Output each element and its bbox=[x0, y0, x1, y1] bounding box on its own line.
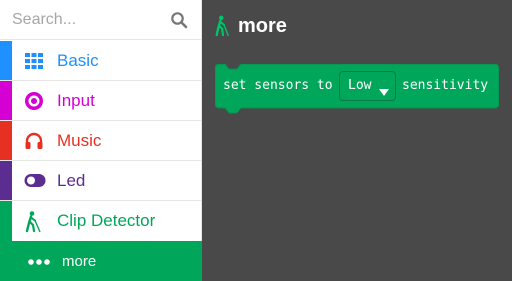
flyout-title: more bbox=[238, 15, 287, 37]
search-input[interactable] bbox=[12, 8, 162, 32]
walking-person-icon bbox=[24, 211, 44, 233]
headphones-icon bbox=[24, 131, 44, 151]
category-input[interactable]: Input bbox=[0, 81, 201, 121]
category-color-bar bbox=[0, 41, 12, 80]
dropdown-value: Low bbox=[348, 78, 372, 93]
grid-icon bbox=[24, 51, 44, 71]
walking-person-icon bbox=[214, 14, 232, 38]
category-color-bar bbox=[0, 201, 12, 241]
category-basic[interactable]: Basic bbox=[0, 41, 201, 81]
subcategory-label: more bbox=[62, 253, 97, 270]
block-prefix-text: set sensors to bbox=[223, 78, 333, 93]
subcategory-more[interactable]: more bbox=[0, 241, 202, 281]
toolbox-sidebar: Basic Input Music bbox=[0, 0, 202, 281]
sensitivity-dropdown[interactable]: Low bbox=[339, 71, 396, 101]
category-led[interactable]: Led bbox=[0, 161, 201, 201]
search-box bbox=[0, 0, 201, 40]
category-label: Basic bbox=[57, 51, 99, 70]
block-flyout: more set sensors to Low sensitivity bbox=[202, 0, 512, 281]
category-label: Led bbox=[57, 171, 86, 190]
category-clip-detector[interactable]: Clip Detector bbox=[0, 201, 201, 241]
category-color-bar bbox=[0, 121, 12, 160]
category-music[interactable]: Music bbox=[0, 121, 201, 161]
category-label: Clip Detector bbox=[57, 211, 156, 230]
search-icon[interactable] bbox=[170, 11, 188, 29]
set-sensitivity-block[interactable]: set sensors to Low sensitivity bbox=[215, 64, 499, 116]
category-color-bar bbox=[0, 81, 12, 120]
chevron-down-icon bbox=[379, 83, 389, 96]
category-label: Input bbox=[57, 91, 95, 110]
block-suffix-text: sensitivity bbox=[402, 78, 489, 93]
more-dots-icon bbox=[27, 255, 51, 267]
category-color-bar bbox=[0, 161, 12, 200]
toggle-icon bbox=[24, 171, 46, 191]
category-color-bar bbox=[0, 241, 12, 281]
category-label: Music bbox=[57, 131, 102, 150]
target-icon bbox=[24, 91, 44, 111]
